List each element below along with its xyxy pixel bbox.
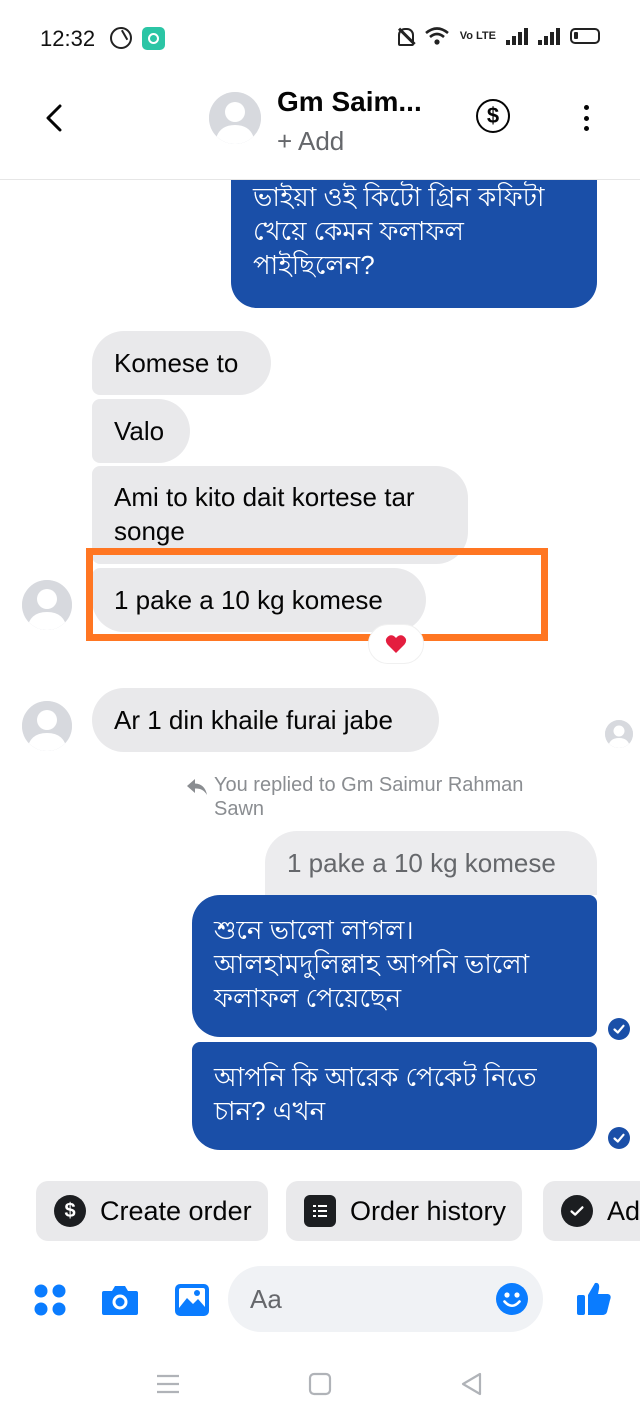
message-line: পাইছিলেন? [253,250,375,280]
contact-avatar[interactable] [209,92,261,144]
battery-icon [570,28,600,44]
back-button[interactable] [36,100,72,136]
message-bubble-incoming[interactable]: Ar 1 din khaile furai jabe [92,688,439,752]
image-icon [175,1284,209,1316]
message-line: ফলাফল পেয়েছেন [214,983,402,1013]
message-bubble-outgoing[interactable]: ভাইয়া ওই কিটো গ্রিন কফিটা খেয়ে কেমন ফল… [231,180,597,308]
thumbs-up-icon [577,1282,611,1315]
back-nav-button[interactable] [458,1370,486,1398]
default-avatar-icon [209,92,261,144]
more-vertical-icon [583,105,589,110]
dollar-icon: $ [486,103,500,128]
message-text: Ar 1 din khaile furai jabe [114,705,393,735]
message-line: Ami to kito dait kortese tar [114,482,415,512]
reply-context-label: You replied to Gm Saimur Rahman Sawn [214,773,574,821]
order-history-chip[interactable]: Order history [286,1181,523,1241]
reply-line: You replied to Gm Saimur Rahman [214,774,524,796]
message-line: songe [114,516,185,546]
message-input-container [228,1266,543,1332]
message-line: ভাইয়া ওই কিটো গ্রিন কফিটা [253,182,545,212]
seen-indicator-avatar [605,720,633,748]
create-order-chip[interactable]: $ Create order [36,1181,268,1241]
check-icon [613,1024,625,1034]
home-nav-button[interactable] [306,1370,334,1398]
signal-icon [506,27,528,45]
message-line: আলহামদুলিল্লাহ আপনি ভালো [214,949,530,979]
system-navigation-bar [0,1340,640,1422]
message-bubble-outgoing[interactable]: আপনি কি আরেক পেকেট নিতে চান? এখন [192,1042,597,1150]
like-button[interactable] [574,1278,614,1318]
status-bar: 12:32 Vo LTE [0,0,640,76]
default-avatar-icon [22,701,72,751]
status-icons: Vo LTE [396,26,600,46]
message-line: চান? এখন [214,1096,326,1126]
menu-nav-button[interactable] [154,1370,182,1398]
add-chip[interactable]: Ad [543,1181,640,1241]
reply-line: Sawn [214,798,265,820]
triangle-back-icon [461,1372,482,1396]
payment-button[interactable]: $ [476,99,510,133]
message-bubble-outgoing[interactable]: শুনে ভালো লাগল। আলহামদুলিল্লাহ আপনি ভালো… [192,895,597,1037]
reply-arrow-icon [187,779,207,795]
dollar-circle-icon: $ [54,1195,86,1227]
message-text: Komese to [114,348,239,378]
add-label-button[interactable]: + Add [277,126,344,157]
message-input[interactable] [250,1266,480,1332]
more-options-button[interactable] [570,100,602,136]
highlight-box [86,548,548,641]
menu-lines-icon [157,1374,179,1394]
chip-label: Order history [350,1195,507,1226]
bell-muted-icon [396,26,414,46]
sender-avatar[interactable] [22,580,72,630]
signal-icon-2 [538,27,560,45]
message-list[interactable]: ভাইয়া ওই কিটো গ্রিন কফিটা খেয়ে কেমন ফল… [0,180,640,1170]
delivered-indicator [608,1127,630,1149]
volte-label: Vo LTE [459,30,496,42]
chat-header: Gm Saim... + Add $ [0,76,640,180]
check-icon [613,1133,625,1143]
message-line: খেয়ে কেমন ফলাফল [253,216,464,246]
camera-button[interactable] [100,1280,140,1320]
app-notification-icon [142,27,165,50]
chip-label: Create order [100,1195,252,1226]
receipt-icon [304,1195,336,1227]
quoted-text: 1 pake a 10 kg komese [287,848,556,878]
message-bubble-incoming[interactable]: Valo [92,399,190,463]
back-arrow-icon [46,104,62,132]
emoji-button[interactable] [495,1282,529,1316]
check-circle-icon [561,1195,593,1227]
message-composer [0,1262,640,1340]
status-time: 12:32 [40,26,96,51]
camera-icon [102,1286,138,1315]
apps-button[interactable] [30,1280,70,1320]
quoted-message[interactable]: 1 pake a 10 kg komese [265,831,597,895]
contact-name[interactable]: Gm Saim... [277,86,422,118]
message-line: শুনে ভালো লাগল। [214,915,414,945]
message-bubble-incoming[interactable]: Komese to [92,331,271,395]
delivered-indicator [608,1018,630,1040]
four-dots-icon [34,1284,66,1316]
wifi-icon [424,27,449,45]
heart-icon [385,635,407,653]
message-line: আপনি কি আরেক পেকেট নিতে [214,1062,537,1092]
quick-actions-bar: $ Create order Order history Ad [0,1170,640,1262]
gallery-button[interactable] [172,1280,212,1320]
sender-avatar[interactable] [22,701,72,751]
default-avatar-icon [605,720,633,748]
message-text: Valo [114,416,165,446]
dnd-icon [110,27,132,49]
default-avatar-icon [22,580,72,630]
chip-label: Ad [607,1195,640,1226]
square-icon [308,1372,332,1396]
message-reaction[interactable] [368,624,424,664]
smiley-icon [496,1283,528,1315]
